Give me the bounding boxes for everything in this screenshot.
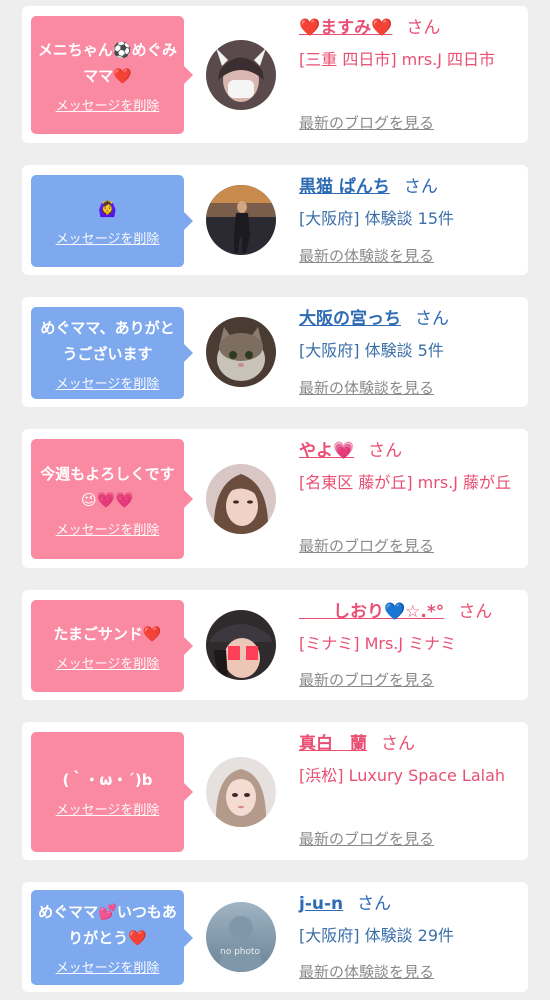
message-card: 今週もよろしくです😉💗💗 メッセージを削除 やよ💗 さん [名東区 藤が丘] mr… xyxy=(22,429,528,568)
user-detail: [名東区 藤が丘] mrs.J 藤が丘 xyxy=(299,473,512,492)
user-detail: [三重 四日市] mrs.J 四日市 xyxy=(299,50,496,69)
user-name-link[interactable]: 大阪の宮っち xyxy=(299,309,401,329)
delete-message-link[interactable]: メッセージを削除 xyxy=(56,957,160,976)
user-detail: [大阪府] 体験談 29件 xyxy=(299,926,455,945)
message-bubble: 🙆‍♀️ メッセージを削除 xyxy=(31,175,193,267)
avatar[interactable] xyxy=(206,185,276,255)
user-info: 大阪の宮っち さん [大阪府] 体験談 5件 xyxy=(299,307,521,363)
user-info: 黒猫 ぱんち さん [大阪府] 体験談 15件 xyxy=(299,175,521,231)
honorific: さん xyxy=(415,309,449,329)
message-text: 今週もよろしくです😉💗💗 xyxy=(40,464,175,509)
message-text: (｀・ω・´)b xyxy=(62,770,153,789)
view-latest-link[interactable]: 最新のブログを見る xyxy=(299,669,434,690)
message-bubble: めぐママ💕いつもありがとう❤️ メッセージを削除 xyxy=(31,890,193,985)
message-card: めぐママ、ありがとうございます メッセージを削除 大阪の宮っち さん [大阪府] … xyxy=(22,297,528,407)
user-name-link[interactable]: 真白 蘭 xyxy=(299,734,367,754)
delete-message-link[interactable]: メッセージを削除 xyxy=(56,95,160,114)
message-card: (｀・ω・´)b メッセージを削除 真白 蘭さん [浜松] Luxury Spa… xyxy=(22,722,528,860)
message-text: めぐママ、ありがとうございます xyxy=(40,318,175,363)
view-latest-link[interactable]: 最新の体験談を見る xyxy=(299,377,434,398)
delete-message-link[interactable]: メッセージを削除 xyxy=(56,519,160,538)
message-bubble: (｀・ω・´)b メッセージを削除 xyxy=(31,732,193,852)
user-info: j-u-n さん [大阪府] 体験談 29件 xyxy=(299,892,521,948)
avatar[interactable]: no photo xyxy=(206,902,276,972)
message-card: メニちゃん⚽めぐみママ❤️ メッセージを削除 ❤️ますみ❤️ さん [三重 四日市… xyxy=(22,6,528,143)
message-text: たまごサンド❤️ xyxy=(53,624,162,643)
user-info: しおり💙☆.*° さん [ミナミ] Mrs.J ミナミ xyxy=(299,600,521,656)
honorific: さん xyxy=(403,177,438,197)
view-latest-link[interactable]: 最新の体験談を見る xyxy=(299,961,434,982)
user-name-link[interactable]: 黒猫 ぱんち xyxy=(299,177,390,197)
message-text: メニちゃん⚽めぐみママ❤️ xyxy=(37,40,178,85)
honorific: さん xyxy=(406,18,441,38)
message-bubble: めぐママ、ありがとうございます メッセージを削除 xyxy=(31,307,193,399)
user-detail: [大阪府] 体験談 15件 xyxy=(299,209,455,228)
user-name-link[interactable]: やよ💗 xyxy=(299,441,354,461)
avatar[interactable] xyxy=(206,610,276,680)
delete-message-link[interactable]: メッセージを削除 xyxy=(56,653,160,672)
user-name-link[interactable]: しおり💙☆.*° xyxy=(299,602,444,622)
user-detail: [浜松] Luxury Space Lalah xyxy=(299,766,506,785)
delete-message-link[interactable]: メッセージを削除 xyxy=(56,373,160,392)
user-detail: [ミナミ] Mrs.J ミナミ xyxy=(299,634,457,653)
user-info: ❤️ますみ❤️ さん [三重 四日市] mrs.J 四日市 xyxy=(299,16,521,72)
view-latest-link[interactable]: 最新のブログを見る xyxy=(299,112,434,133)
message-text: 🙆‍♀️ xyxy=(98,199,117,218)
honorific: さん xyxy=(381,734,415,754)
honorific: さん xyxy=(458,602,493,622)
user-info: やよ💗 さん [名東区 藤が丘] mrs.J 藤が丘 xyxy=(299,439,521,495)
message-card: たまごサンド❤️ メッセージを削除 しおり💙☆.*° さん [ミナミ] Mrs.J… xyxy=(22,590,528,700)
message-bubble: たまごサンド❤️ メッセージを削除 xyxy=(31,600,193,692)
view-latest-link[interactable]: 最新のブログを見る xyxy=(299,828,434,849)
honorific: さん xyxy=(357,894,392,914)
delete-message-link[interactable]: メッセージを削除 xyxy=(56,228,160,247)
view-latest-link[interactable]: 最新のブログを見る xyxy=(299,535,434,556)
message-bubble: メニちゃん⚽めぐみママ❤️ メッセージを削除 xyxy=(31,16,193,134)
delete-message-link[interactable]: メッセージを削除 xyxy=(56,799,160,818)
user-detail: [大阪府] 体験談 5件 xyxy=(299,341,444,360)
message-card: めぐママ💕いつもありがとう❤️ メッセージを削除 no photo j-u-n さ… xyxy=(22,882,528,992)
honorific: さん xyxy=(368,441,403,461)
view-latest-link[interactable]: 最新の体験談を見る xyxy=(299,245,434,266)
user-name-link[interactable]: ❤️ますみ❤️ xyxy=(299,18,392,38)
message-bubble: 今週もよろしくです😉💗💗 メッセージを削除 xyxy=(31,439,193,559)
message-card: 🙆‍♀️ メッセージを削除 黒猫 ぱんち さん [大阪府] 体験談 15件 最新の… xyxy=(22,165,528,275)
no-photo-text: no photo xyxy=(220,947,261,957)
avatar[interactable] xyxy=(206,757,276,827)
avatar[interactable] xyxy=(206,317,276,387)
avatar[interactable] xyxy=(206,40,276,110)
message-text: めぐママ💕いつもありがとう❤️ xyxy=(38,903,177,947)
avatar[interactable] xyxy=(206,464,276,534)
user-info: 真白 蘭さん [浜松] Luxury Space Lalah xyxy=(299,732,521,788)
user-name-link[interactable]: j-u-n xyxy=(299,894,343,914)
